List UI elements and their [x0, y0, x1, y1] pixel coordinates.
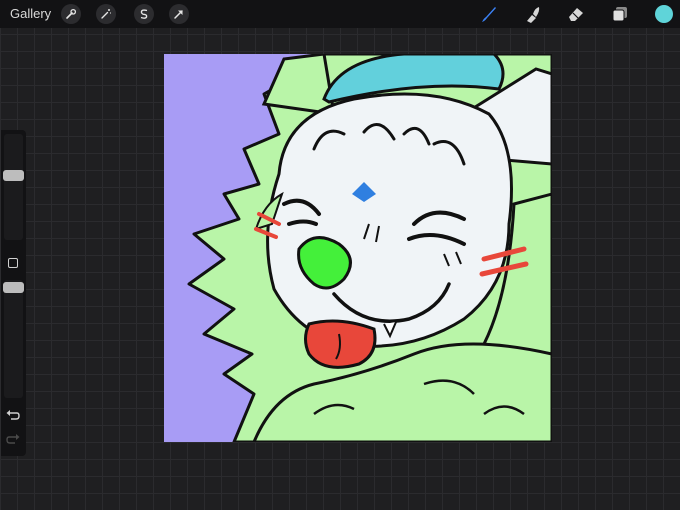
actions-button[interactable] [61, 4, 81, 24]
artwork-illustration [164, 54, 552, 442]
eraser-icon [569, 8, 583, 21]
selection-button[interactable] [134, 4, 154, 24]
brush-button[interactable] [478, 3, 500, 25]
top-toolbar: Gallery [0, 0, 680, 28]
brush-icon [482, 7, 496, 22]
layers-button[interactable] [609, 3, 631, 25]
eraser-button[interactable] [565, 3, 587, 25]
smudge-icon [527, 7, 540, 23]
brush-size-slider[interactable] [3, 134, 24, 240]
adjustments-button[interactable] [96, 4, 116, 24]
arrow-cursor-icon [174, 10, 183, 19]
selection-s-icon [140, 9, 148, 19]
opacity-slider[interactable] [3, 280, 24, 398]
left-sidebar [1, 130, 26, 456]
wrench-icon [66, 8, 77, 19]
gallery-button[interactable]: Gallery [10, 6, 51, 21]
brush-size-slider-thumb[interactable] [3, 170, 24, 182]
color-picker-button[interactable] [655, 5, 673, 23]
transform-button[interactable] [169, 4, 189, 24]
layers-icon [612, 7, 627, 22]
undo-arrow-icon[interactable] [5, 408, 21, 422]
square-icon[interactable] [8, 258, 18, 268]
opacity-slider-thumb[interactable] [3, 282, 24, 294]
redo-arrow-icon[interactable] [5, 432, 21, 446]
smudge-button[interactable] [522, 3, 544, 25]
magic-wand-icon [101, 9, 111, 19]
drawing-canvas[interactable] [164, 54, 552, 442]
